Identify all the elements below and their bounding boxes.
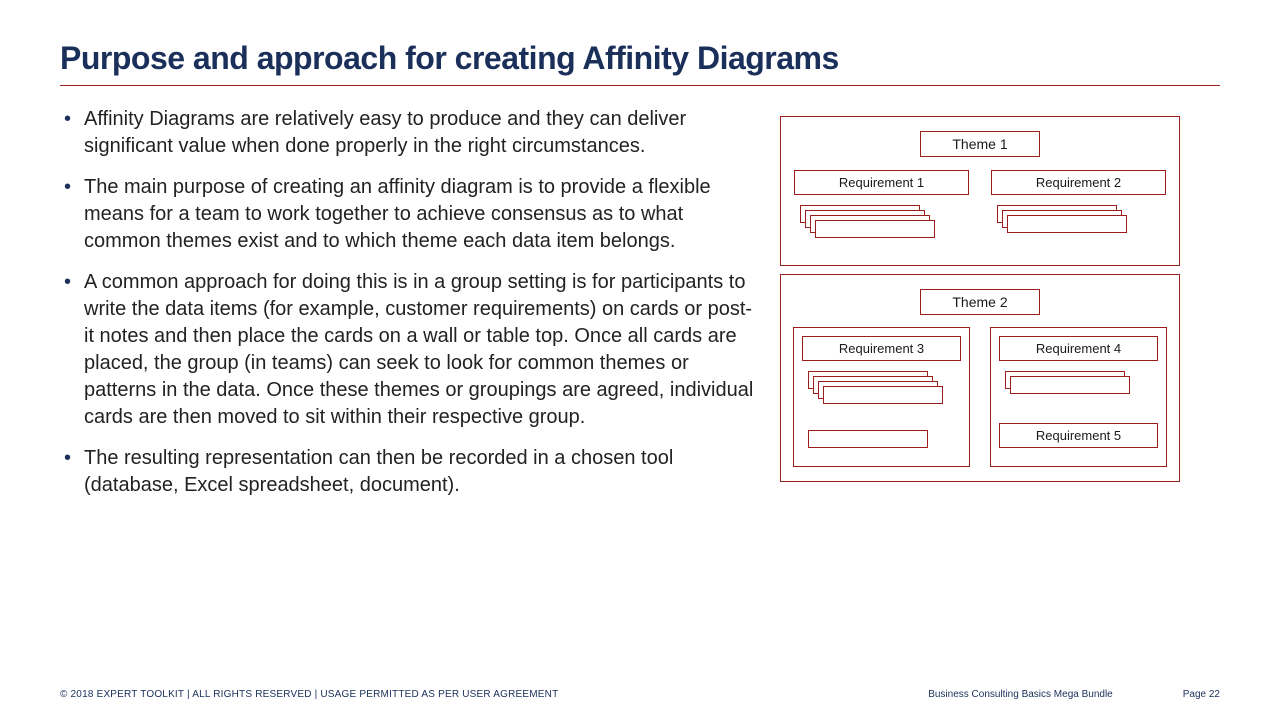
slide: Purpose and approach for creating Affini… <box>0 0 1280 720</box>
slide-title: Purpose and approach for creating Affini… <box>60 40 1220 83</box>
requirement-group: Requirement 2 <box>990 169 1167 251</box>
bullet-list: Affinity Diagrams are relatively easy to… <box>60 106 760 499</box>
card <box>808 430 928 448</box>
theme-box-1: Theme 1 Requirement 1 Requirement 2 <box>780 116 1180 266</box>
theme-box-2: Theme 2 Requirement 3 <box>780 274 1180 482</box>
requirement-row: Requirement 1 Requirement 2 <box>793 169 1167 251</box>
footer-right: Business Consulting Basics Mega Bundle P… <box>928 689 1220 700</box>
bullet-item: The main purpose of creating an affinity… <box>60 174 760 255</box>
text-column: Affinity Diagrams are relatively easy to… <box>60 106 780 499</box>
bullet-item: Affinity Diagrams are relatively easy to… <box>60 106 760 160</box>
card <box>823 386 943 404</box>
card <box>815 220 935 238</box>
bullet-item: The resulting representation can then be… <box>60 445 760 499</box>
requirement-row: Requirement 3 Requirement 4 <box>793 327 1167 467</box>
product-name: Business Consulting Basics Mega Bundle <box>928 689 1113 700</box>
bullet-item: A common approach for doing this is in a… <box>60 269 760 431</box>
requirement-group: Requirement 3 <box>793 327 970 467</box>
requirement-label: Requirement 3 <box>802 336 961 361</box>
requirement-group: Requirement 1 <box>793 169 970 251</box>
theme-label: Theme 2 <box>920 289 1040 315</box>
slide-body: Affinity Diagrams are relatively easy to… <box>60 106 1220 499</box>
copyright-text: © 2018 EXPERT TOOLKIT | ALL RIGHTS RESER… <box>60 689 558 700</box>
slide-footer: © 2018 EXPERT TOOLKIT | ALL RIGHTS RESER… <box>60 689 1220 700</box>
requirement-label: Requirement 4 <box>999 336 1158 361</box>
requirement-label: Requirement 2 <box>991 170 1166 195</box>
requirement-group: Requirement 4 Requirement 5 <box>990 327 1167 467</box>
theme-label: Theme 1 <box>920 131 1040 157</box>
requirement-label: Requirement 1 <box>794 170 969 195</box>
card <box>1010 376 1130 394</box>
requirement-label: Requirement 5 <box>999 423 1158 448</box>
card <box>1007 215 1127 233</box>
diagram-column: Theme 1 Requirement 1 Requirement 2 <box>780 106 1180 499</box>
title-rule <box>60 85 1220 86</box>
page-number: Page 22 <box>1183 689 1220 700</box>
